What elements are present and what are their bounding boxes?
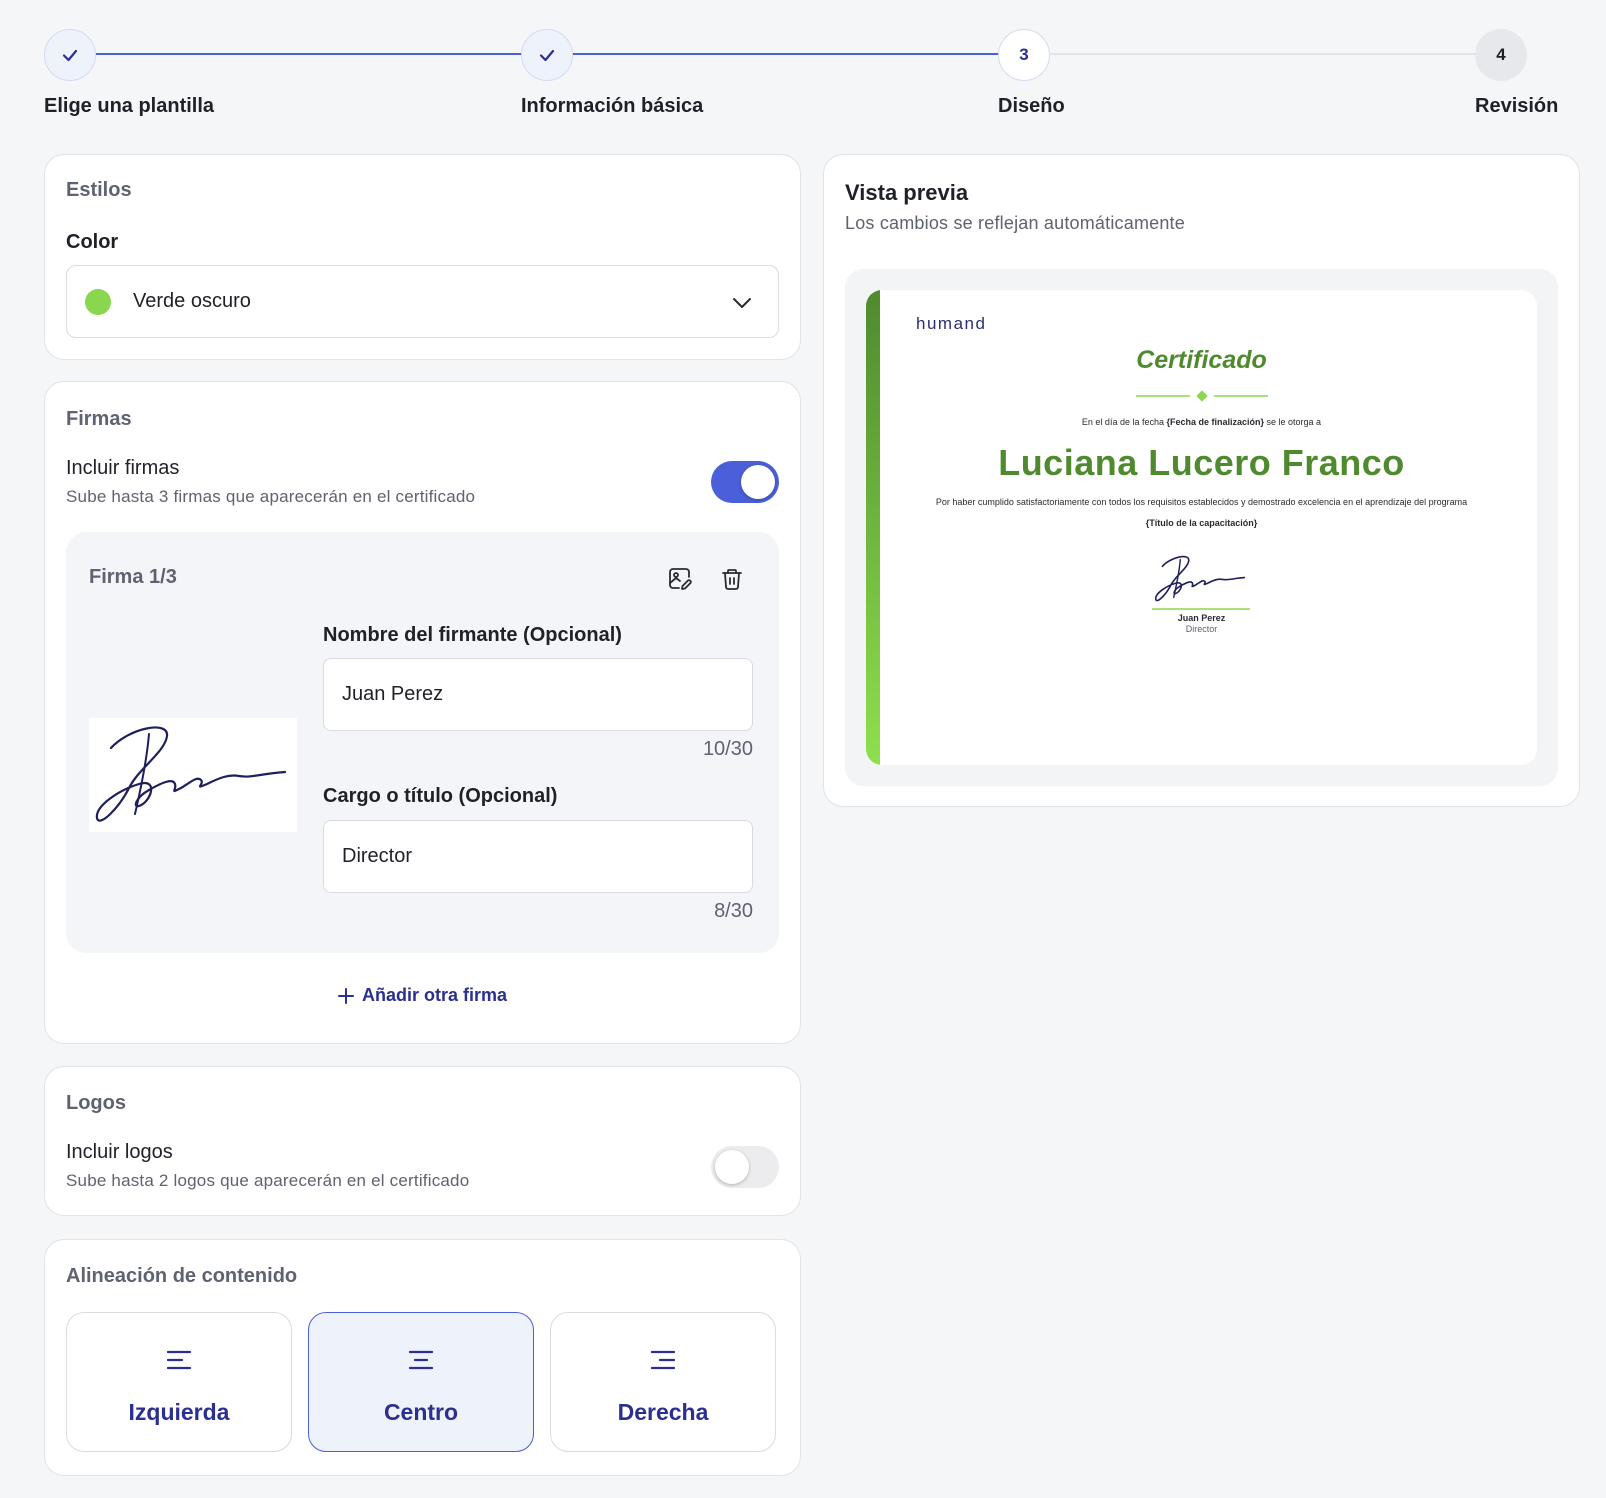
include-signatures-toggle[interactable] bbox=[711, 461, 779, 503]
alignment-section-title: Alineación de contenido bbox=[66, 1265, 298, 1287]
step-4-label: Revisión bbox=[1475, 95, 1559, 117]
step-3-circle[interactable]: 3 bbox=[998, 29, 1050, 81]
certificate-recipient: Luciana Lucero Franco bbox=[998, 442, 1405, 483]
step-connector bbox=[1050, 53, 1476, 55]
align-left-label: Izquierda bbox=[128, 1399, 230, 1425]
add-signature-button[interactable]: Añadir otra firma bbox=[338, 985, 507, 1006]
certificate-intro-pre: En el día de la fecha bbox=[1081, 417, 1167, 427]
toggle-knob bbox=[741, 465, 775, 499]
signer-role-label: Cargo o título (Opcional) bbox=[323, 785, 558, 807]
align-right-icon bbox=[551, 1349, 775, 1371]
align-center-icon bbox=[309, 1349, 533, 1371]
signature-image[interactable] bbox=[89, 718, 297, 832]
include-logos-toggle[interactable] bbox=[711, 1146, 779, 1188]
step-1-label: Elige una plantilla bbox=[44, 95, 215, 117]
include-logos-description: Sube hasta 2 logos que aparecerán en el … bbox=[66, 1171, 470, 1190]
signature-card-title: Firma 1/3 bbox=[89, 566, 177, 588]
color-swatch bbox=[85, 289, 111, 315]
signer-name-counter: 10/30 bbox=[702, 738, 753, 760]
certificate-course: {Título de la capacitación} bbox=[1145, 518, 1258, 528]
replace-image-icon[interactable] bbox=[664, 563, 696, 595]
step-3-label: Diseño bbox=[998, 95, 1065, 117]
align-left-icon bbox=[67, 1349, 291, 1371]
stepper: 3 4 Elige una plantilla Información bási… bbox=[0, 0, 1606, 130]
certificate-intro: En el día de la fecha {Fecha de finaliza… bbox=[866, 417, 1537, 427]
step-connector bbox=[96, 53, 523, 55]
include-signatures-description: Sube hasta 3 firmas que aparecerán en el… bbox=[66, 487, 476, 506]
preview-card: Vista previa Los cambios se reflejan aut… bbox=[823, 154, 1580, 807]
styles-section-title: Estilos bbox=[66, 179, 132, 201]
toggle-knob bbox=[715, 1150, 749, 1184]
signatures-section-title: Firmas bbox=[66, 408, 132, 430]
certificate-signature-line bbox=[1152, 608, 1250, 610]
align-right-option[interactable]: Derecha bbox=[550, 1312, 776, 1452]
alignment-card: Alineación de contenido Izquierda Centro… bbox=[44, 1239, 801, 1476]
signer-role-input[interactable]: Director bbox=[323, 820, 753, 893]
logos-card: Logos Incluir logos Sube hasta 2 logos q… bbox=[44, 1066, 801, 1216]
certificate-title: Certificado bbox=[1136, 346, 1267, 374]
certificate-signer-role: Director bbox=[1185, 624, 1218, 634]
plus-icon bbox=[338, 987, 354, 1004]
signer-name-label: Nombre del firmante (Opcional) bbox=[323, 624, 622, 646]
color-select[interactable]: Verde oscuro bbox=[66, 265, 779, 338]
align-center-option[interactable]: Centro bbox=[308, 1312, 534, 1452]
certificate-signer-name: Juan Perez bbox=[1177, 613, 1226, 623]
step-connector bbox=[573, 53, 999, 55]
include-signatures-label: Incluir firmas bbox=[66, 457, 180, 479]
certificate-intro-date: {Fecha de finalización} bbox=[1166, 417, 1265, 427]
color-select-value: Verde oscuro bbox=[133, 290, 251, 312]
signature-card: Firma 1/3 Nombre del firmante (Opcional)… bbox=[66, 532, 779, 953]
signer-role-counter: 8/30 bbox=[714, 900, 753, 922]
certificate-divider bbox=[866, 390, 1537, 402]
certificate-preview-frame: humand Certificado En el día de la fecha… bbox=[845, 269, 1558, 786]
signer-name-input[interactable]: Juan Perez bbox=[323, 658, 753, 731]
align-center-label: Centro bbox=[383, 1399, 459, 1425]
step-4-circle[interactable]: 4 bbox=[1475, 29, 1527, 81]
certificate: humand Certificado En el día de la fecha… bbox=[866, 290, 1537, 765]
step-2-check-icon[interactable] bbox=[521, 29, 573, 81]
signature-drawing bbox=[95, 726, 287, 822]
chevron-down-icon bbox=[730, 291, 754, 320]
add-signature-label: Añadir otra firma bbox=[362, 985, 508, 1005]
certificate-signature bbox=[1152, 552, 1250, 606]
styles-card: Estilos Color Verde oscuro bbox=[44, 154, 801, 360]
align-right-label: Derecha bbox=[617, 1399, 709, 1425]
certificate-intro-post: se le otorga a bbox=[1264, 417, 1322, 427]
signatures-card: Firmas Incluir firmas Sube hasta 3 firma… bbox=[44, 381, 801, 1044]
step-1-check-icon[interactable] bbox=[44, 29, 96, 81]
certificate-logo: humand bbox=[916, 314, 987, 333]
step-2-label: Información básica bbox=[521, 95, 704, 117]
certificate-body: Por haber cumplido satisfactoriamente co… bbox=[935, 497, 1468, 507]
include-logos-label: Incluir logos bbox=[66, 1141, 173, 1163]
logos-section-title: Logos bbox=[66, 1092, 126, 1114]
preview-subtitle: Los cambios se reflejan automáticamente bbox=[845, 213, 1185, 233]
align-left-option[interactable]: Izquierda bbox=[66, 1312, 292, 1452]
trash-icon[interactable] bbox=[716, 563, 748, 595]
color-label: Color bbox=[66, 231, 119, 253]
preview-title: Vista previa bbox=[845, 180, 969, 205]
